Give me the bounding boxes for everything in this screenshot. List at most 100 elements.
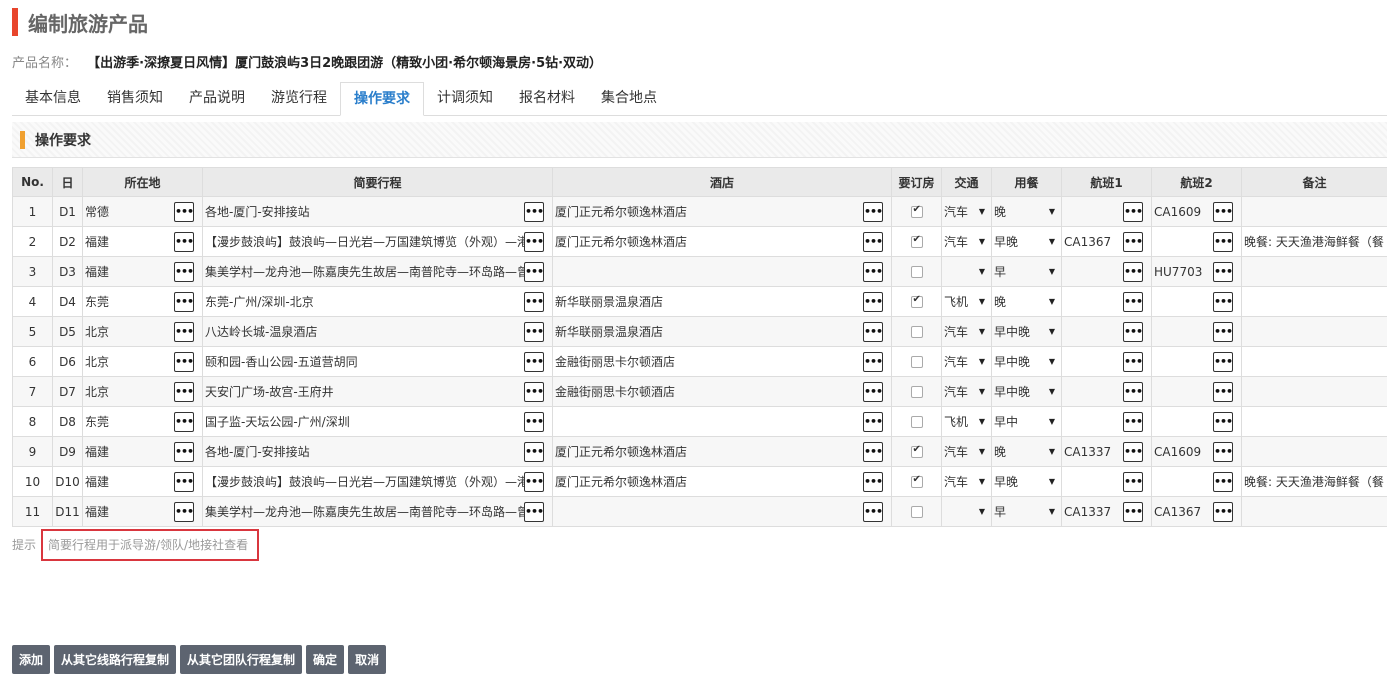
meal-select[interactable]: 早中晚 ▼ — [994, 348, 1059, 376]
transport-select[interactable]: ▼ — [944, 498, 989, 526]
meal-select[interactable]: 晚 ▼ — [994, 438, 1059, 466]
meal-select[interactable]: 早中晚 ▼ — [994, 378, 1059, 406]
more-dots-icon[interactable]: ••• — [1123, 411, 1143, 432]
booking-checkbox[interactable] — [910, 266, 923, 278]
copy-from-team-button[interactable]: 从其它团队行程复制 — [180, 645, 303, 674]
copy-from-line-button[interactable]: 从其它线路行程复制 — [54, 645, 177, 674]
more-dots-icon[interactable]: ••• — [524, 231, 544, 252]
more-dots-icon[interactable]: ••• — [863, 441, 883, 462]
transport-select[interactable]: 汽车 ▼ — [944, 198, 989, 226]
transport-select[interactable]: 汽车 ▼ — [944, 348, 989, 376]
meal-select[interactable]: 早 ▼ — [994, 498, 1059, 526]
more-dots-icon[interactable]: ••• — [524, 411, 544, 432]
tab-2[interactable]: 产品说明 — [176, 82, 258, 116]
more-dots-icon[interactable]: ••• — [524, 351, 544, 372]
more-dots-icon[interactable]: ••• — [174, 501, 194, 522]
tab-7[interactable]: 集合地点 — [588, 82, 670, 116]
more-dots-icon[interactable]: ••• — [524, 321, 544, 342]
booking-checkbox[interactable] — [910, 506, 923, 518]
tab-6[interactable]: 报名材料 — [506, 82, 588, 116]
more-dots-icon[interactable]: ••• — [863, 291, 883, 312]
more-dots-icon[interactable]: ••• — [1213, 231, 1233, 252]
more-dots-icon[interactable]: ••• — [524, 441, 544, 462]
more-dots-icon[interactable]: ••• — [1123, 471, 1143, 492]
transport-select[interactable]: ▼ — [944, 258, 989, 286]
more-dots-icon[interactable]: ••• — [1123, 231, 1143, 252]
meal-select[interactable]: 早晚 ▼ — [994, 468, 1059, 496]
more-dots-icon[interactable]: ••• — [1213, 351, 1233, 372]
tab-0[interactable]: 基本信息 — [12, 82, 94, 116]
booking-checkbox[interactable] — [910, 204, 923, 218]
more-dots-icon[interactable]: ••• — [1213, 501, 1233, 522]
booking-checkbox[interactable] — [910, 294, 923, 308]
cancel-button[interactable]: 取消 — [348, 645, 387, 674]
more-dots-icon[interactable]: ••• — [1123, 261, 1143, 282]
transport-select[interactable]: 汽车 ▼ — [944, 318, 989, 346]
more-dots-icon[interactable]: ••• — [863, 321, 883, 342]
more-dots-icon[interactable]: ••• — [174, 261, 194, 282]
more-dots-icon[interactable]: ••• — [863, 201, 883, 222]
more-dots-icon[interactable]: ••• — [1213, 321, 1233, 342]
tab-3[interactable]: 游览行程 — [258, 82, 340, 116]
tab-1[interactable]: 销售须知 — [94, 82, 176, 116]
transport-select[interactable]: 汽车 ▼ — [944, 228, 989, 256]
booking-checkbox[interactable] — [910, 474, 923, 488]
more-dots-icon[interactable]: ••• — [1213, 201, 1233, 222]
more-dots-icon[interactable]: ••• — [1123, 291, 1143, 312]
booking-checkbox[interactable] — [910, 326, 923, 338]
more-dots-icon[interactable]: ••• — [1213, 471, 1233, 492]
transport-select[interactable]: 汽车 ▼ — [944, 378, 989, 406]
more-dots-icon[interactable]: ••• — [174, 231, 194, 252]
more-dots-icon[interactable]: ••• — [863, 231, 883, 252]
more-dots-icon[interactable]: ••• — [1123, 381, 1143, 402]
more-dots-icon[interactable]: ••• — [174, 441, 194, 462]
more-dots-icon[interactable]: ••• — [524, 291, 544, 312]
tab-5[interactable]: 计调须知 — [424, 82, 506, 116]
more-dots-icon[interactable]: ••• — [524, 501, 544, 522]
more-dots-icon[interactable]: ••• — [174, 321, 194, 342]
more-dots-icon[interactable]: ••• — [1123, 351, 1143, 372]
meal-select[interactable]: 早中晚 ▼ — [994, 318, 1059, 346]
more-dots-icon[interactable]: ••• — [1123, 501, 1143, 522]
more-dots-icon[interactable]: ••• — [863, 261, 883, 282]
more-dots-icon[interactable]: ••• — [863, 351, 883, 372]
more-dots-icon[interactable]: ••• — [1123, 441, 1143, 462]
more-dots-icon[interactable]: ••• — [524, 471, 544, 492]
meal-select[interactable]: 早晚 ▼ — [994, 228, 1059, 256]
add-button[interactable]: 添加 — [12, 645, 51, 674]
booking-checkbox[interactable] — [910, 444, 923, 458]
more-dots-icon[interactable]: ••• — [174, 381, 194, 402]
more-dots-icon[interactable]: ••• — [524, 381, 544, 402]
booking-checkbox[interactable] — [910, 386, 923, 398]
transport-select[interactable]: 飞机 ▼ — [944, 408, 989, 436]
more-dots-icon[interactable]: ••• — [1213, 381, 1233, 402]
more-dots-icon[interactable]: ••• — [174, 291, 194, 312]
more-dots-icon[interactable]: ••• — [863, 501, 883, 522]
booking-checkbox[interactable] — [910, 356, 923, 368]
more-dots-icon[interactable]: ••• — [174, 201, 194, 222]
transport-select[interactable]: 飞机 ▼ — [944, 288, 989, 316]
transport-select[interactable]: 汽车 ▼ — [944, 468, 989, 496]
tab-4[interactable]: 操作要求 — [340, 82, 424, 116]
booking-checkbox[interactable] — [910, 416, 923, 428]
more-dots-icon[interactable]: ••• — [1123, 201, 1143, 222]
meal-select[interactable]: 晚 ▼ — [994, 198, 1059, 226]
booking-checkbox[interactable] — [910, 234, 923, 248]
more-dots-icon[interactable]: ••• — [1213, 411, 1233, 432]
more-dots-icon[interactable]: ••• — [174, 411, 194, 432]
meal-select[interactable]: 早中 ▼ — [994, 408, 1059, 436]
more-dots-icon[interactable]: ••• — [1213, 261, 1233, 282]
confirm-button[interactable]: 确定 — [306, 645, 345, 674]
more-dots-icon[interactable]: ••• — [863, 471, 883, 492]
more-dots-icon[interactable]: ••• — [174, 471, 194, 492]
meal-select[interactable]: 早 ▼ — [994, 258, 1059, 286]
more-dots-icon[interactable]: ••• — [1213, 291, 1233, 312]
more-dots-icon[interactable]: ••• — [1213, 441, 1233, 462]
more-dots-icon[interactable]: ••• — [524, 201, 544, 222]
transport-select[interactable]: 汽车 ▼ — [944, 438, 989, 466]
more-dots-icon[interactable]: ••• — [524, 261, 544, 282]
more-dots-icon[interactable]: ••• — [863, 381, 883, 402]
meal-select[interactable]: 晚 ▼ — [994, 288, 1059, 316]
more-dots-icon[interactable]: ••• — [863, 411, 883, 432]
more-dots-icon[interactable]: ••• — [174, 351, 194, 372]
